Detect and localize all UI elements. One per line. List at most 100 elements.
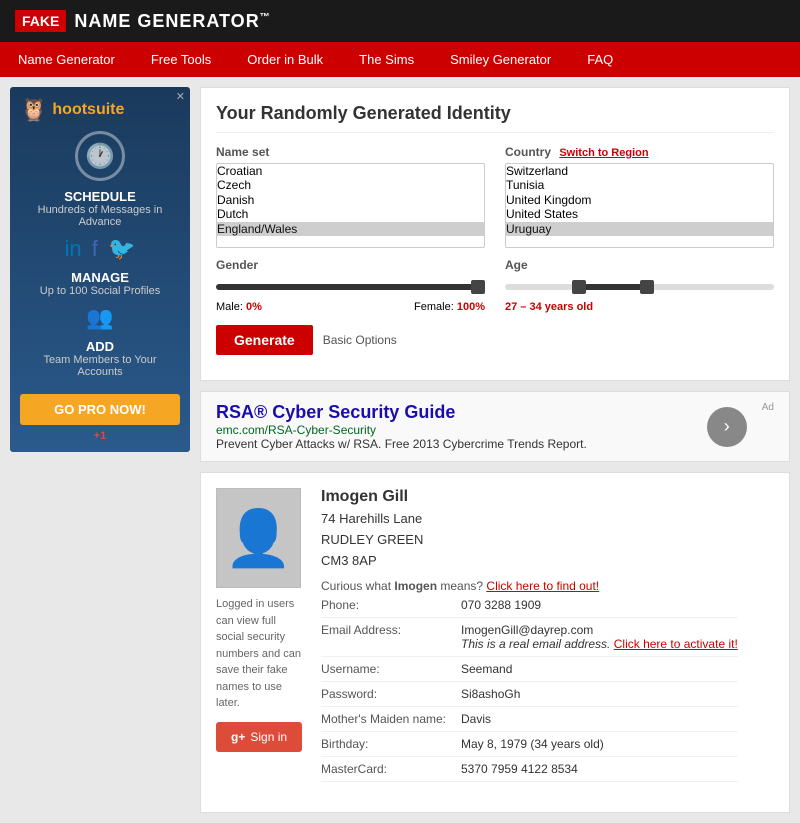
site-title: NAME GENERATOR™ (74, 11, 270, 32)
identity-form-box: Your Randomly Generated Identity Name se… (200, 87, 790, 381)
phone-value: 070 3288 1909 (461, 598, 541, 612)
signin-button[interactable]: g+ Sign in (216, 722, 302, 752)
avatar: 👤 (216, 488, 301, 588)
email-label: Email Address: (321, 623, 461, 651)
gender-slider-track (216, 284, 485, 290)
profile-details: Phone: 070 3288 1909 Email Address: Imog… (321, 593, 738, 782)
mastercard-row: MasterCard: 5370 7959 4122 8534 (321, 757, 738, 782)
close-icon[interactable]: ✕ (176, 90, 185, 103)
gplus-signin-icon: g+ (231, 730, 245, 744)
birthday-row: Birthday: May 8, 1979 (34 years old) (321, 732, 738, 757)
site-header: FAKE NAME GENERATOR™ (0, 0, 800, 42)
hootsuite-logo-text: hootsuite (52, 101, 124, 119)
maiden-name-label: Mother's Maiden name: (321, 712, 461, 726)
name-set-label: Name set (216, 145, 485, 159)
gender-label: Gender (216, 258, 485, 272)
basic-options-link[interactable]: Basic Options (323, 333, 397, 347)
country-group: Country Switch to Region Switzerland Tun… (505, 145, 774, 248)
profile-address: 74 Harehills Lane RUDLEY GREEN CM3 8AP (321, 509, 738, 571)
profile-name: Imogen Gill (321, 488, 738, 506)
name-country-row: Name set Croatian Czech Danish Dutch Eng… (216, 145, 774, 248)
nav-smiley-generator[interactable]: Smiley Generator (432, 42, 569, 77)
male-label: Male: 0% (216, 301, 262, 313)
password-row: Password: Si8ashoGh (321, 682, 738, 707)
name-set-group: Name set Croatian Czech Danish Dutch Eng… (216, 145, 485, 248)
profile-top: 👤 Logged in users can view full social s… (216, 488, 774, 782)
activate-link[interactable]: Click here to activate it! (614, 637, 738, 651)
ad-banner: RSA® Cyber Security Guide emc.com/RSA-Cy… (200, 391, 790, 462)
avatar-silhouette-icon: 👤 (224, 511, 292, 566)
password-label: Password: (321, 687, 461, 701)
nav-free-tools[interactable]: Free Tools (133, 42, 229, 77)
phone-row: Phone: 070 3288 1909 (321, 593, 738, 618)
avatar-area: 👤 Logged in users can view full social s… (216, 488, 306, 782)
age-range-label: 27 – 34 years old (505, 301, 593, 313)
nav-order-in-bulk[interactable]: Order in Bulk (229, 42, 341, 77)
age-slider-thumb-left[interactable] (572, 280, 586, 294)
ad-arrow-button[interactable]: › (707, 407, 747, 447)
nav-faq[interactable]: FAQ (569, 42, 631, 77)
profile-section: 👤 Logged in users can view full social s… (200, 472, 790, 813)
social-network-icons: in f 🐦 (20, 236, 180, 262)
team-icon: 👥 (20, 305, 180, 331)
gender-labels: Male: 0% Female: 100% (216, 301, 485, 313)
nav-the-sims[interactable]: The Sims (341, 42, 432, 77)
gender-slider-thumb[interactable] (471, 280, 485, 294)
age-group: Age 27 – 34 years old (505, 258, 774, 313)
gender-age-row: Gender Male: 0% Female: 100% (216, 258, 774, 313)
ad-label: Ad (762, 402, 774, 413)
password-value: Si8ashoGh (461, 687, 520, 701)
ad-description: Prevent Cyber Attacks w/ RSA. Free 2013 … (216, 437, 692, 451)
sidebar: ✕ 🦉 hootsuite 🕐 SCHEDULE Hundreds of Mes… (10, 87, 190, 813)
hootsuite-ad: ✕ 🦉 hootsuite 🕐 SCHEDULE Hundreds of Mes… (10, 87, 190, 452)
age-labels: 27 – 34 years old (505, 301, 774, 313)
identity-title: Your Randomly Generated Identity (216, 103, 774, 133)
mastercard-value: 5370 7959 4122 8534 (461, 762, 578, 776)
gender-slider-fill (216, 284, 485, 290)
age-slider-track (505, 284, 774, 290)
age-slider-container (505, 276, 774, 298)
maiden-name-value: Davis (461, 712, 491, 726)
add-section: ADD Team Members to Your Accounts (20, 339, 180, 378)
username-row: Username: Seemand (321, 657, 738, 682)
username-label: Username: (321, 662, 461, 676)
ad-content: RSA® Cyber Security Guide emc.com/RSA-Cy… (216, 402, 692, 451)
email-note: This is a real email address. Click here… (461, 637, 738, 651)
switch-to-region-link[interactable]: Switch to Region (559, 147, 648, 159)
mastercard-label: MasterCard: (321, 762, 461, 776)
country-label: Country Switch to Region (505, 145, 774, 159)
hootsuite-logo: 🦉 hootsuite (20, 97, 180, 123)
age-slider-thumb-right[interactable] (640, 280, 654, 294)
schedule-section: SCHEDULE Hundreds of Messages in Advance (20, 189, 180, 228)
email-value: ImogenGill@dayrep.com This is a real ema… (461, 623, 738, 651)
birthday-label: Birthday: (321, 737, 461, 751)
nav-name-generator[interactable]: Name Generator (0, 42, 133, 77)
birthday-value: May 8, 1979 (34 years old) (461, 737, 604, 751)
name-set-select[interactable]: Croatian Czech Danish Dutch England/Wale… (216, 163, 485, 248)
username-value: Seemand (461, 662, 512, 676)
fake-badge: FAKE (15, 10, 66, 32)
name-meaning: Curious what Imogen means? Click here to… (321, 579, 738, 593)
female-label: Female: 100% (414, 301, 485, 313)
content-area: Your Randomly Generated Identity Name se… (200, 87, 790, 813)
manage-section: MANAGE Up to 100 Social Profiles (20, 270, 180, 297)
clock-icon: 🕐 (75, 131, 125, 181)
age-label: Age (505, 258, 774, 272)
main-nav: Name Generator Free Tools Order in Bulk … (0, 42, 800, 77)
profile-info: Imogen Gill 74 Harehills Lane RUDLEY GRE… (321, 488, 738, 782)
country-select[interactable]: Switzerland Tunisia United Kingdom Unite… (505, 163, 774, 248)
main-layout: ✕ 🦉 hootsuite 🕐 SCHEDULE Hundreds of Mes… (0, 77, 800, 823)
name-meaning-link[interactable]: Click here to find out! (486, 579, 599, 593)
gender-group: Gender Male: 0% Female: 100% (216, 258, 485, 313)
owl-icon: 🦉 (20, 97, 47, 123)
ad-title[interactable]: RSA® Cyber Security Guide (216, 402, 692, 423)
gplus-badge: +1 (20, 430, 180, 442)
generate-button[interactable]: Generate (216, 325, 313, 355)
phone-label: Phone: (321, 598, 461, 612)
facebook-icon: f (92, 236, 98, 261)
gender-slider-container (216, 276, 485, 298)
go-pro-button[interactable]: GO PRO NOW! (20, 394, 180, 425)
twitter-icon: 🐦 (108, 236, 135, 261)
generate-row: Generate Basic Options (216, 325, 774, 355)
email-row: Email Address: ImogenGill@dayrep.com Thi… (321, 618, 738, 657)
